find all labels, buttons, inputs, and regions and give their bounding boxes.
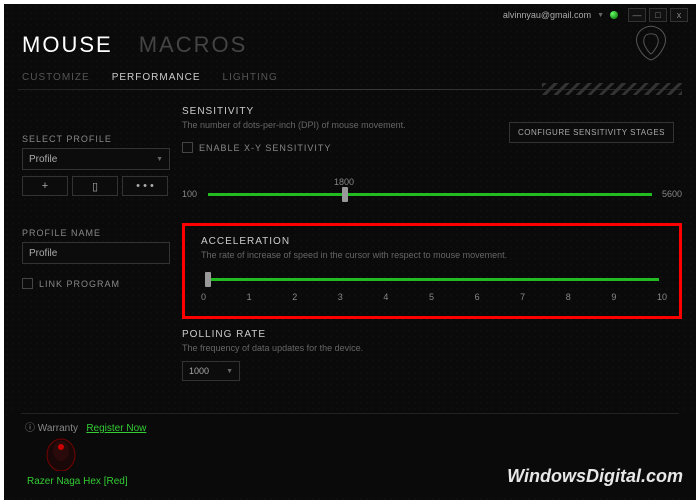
polling-value: 1000: [189, 366, 209, 376]
slider-handle[interactable]: [342, 187, 348, 202]
sensitivity-slider[interactable]: 100 1800 5600: [182, 179, 682, 209]
polling-title: POLLING RATE: [182, 329, 682, 340]
acceleration-section-highlight: ACCELERATION The rate of increase of spe…: [182, 223, 682, 319]
sensitivity-value: 1800: [334, 177, 354, 187]
slider-handle[interactable]: [205, 272, 211, 287]
slider-track: [208, 193, 652, 196]
subtab-performance[interactable]: PERFORMANCE: [112, 68, 221, 87]
status-indicator-icon: [610, 11, 618, 19]
add-profile-button[interactable]: +: [22, 176, 68, 196]
link-program-label: LINK PROGRAM: [39, 279, 120, 289]
subtab-lighting[interactable]: LIGHTING: [223, 68, 298, 87]
link-program-checkbox[interactable]: LINK PROGRAM: [22, 278, 168, 289]
main-tabs: MOUSE MACROS: [4, 24, 696, 58]
checkbox-icon: [182, 142, 193, 153]
more-profile-button[interactable]: • • •: [122, 176, 168, 196]
configure-sensitivity-button[interactable]: CONFIGURE SENSITIVITY STAGES: [509, 122, 674, 143]
sidebar: SELECT PROFILE Profile ▼ + ▯ • • • PROFI…: [22, 106, 182, 381]
select-profile-label: SELECT PROFILE: [22, 134, 168, 144]
info-icon: ⓘ: [25, 423, 35, 434]
subtab-customize[interactable]: CUSTOMIZE: [22, 68, 110, 87]
device-image[interactable]: [39, 433, 83, 471]
polling-desc: The frequency of data updates for the de…: [182, 343, 682, 353]
sensitivity-max: 5600: [662, 189, 682, 199]
register-now-link[interactable]: Register Now: [86, 423, 146, 434]
watermark: WindowsDigital.com: [507, 466, 683, 487]
razer-logo-icon: [626, 20, 676, 75]
profile-select-value: Profile: [29, 154, 57, 165]
enable-xy-checkbox[interactable]: ENABLE X-Y SENSITIVITY: [182, 142, 682, 153]
footer: ⓘ Warranty Register Now Razer Naga Hex […: [7, 413, 693, 497]
device-name[interactable]: Razer Naga Hex [Red]: [27, 476, 128, 487]
divider: [18, 89, 682, 90]
polling-rate-section: POLLING RATE The frequency of data updat…: [182, 329, 682, 381]
acceleration-ticks: 0 1 2 3 4 5 6 7 8 9 10: [201, 292, 667, 302]
acceleration-title: ACCELERATION: [201, 236, 667, 247]
tab-mouse[interactable]: MOUSE: [22, 32, 113, 58]
tab-macros[interactable]: MACROS: [139, 32, 248, 58]
settings-panel: SENSITIVITY The number of dots-per-inch …: [182, 106, 682, 381]
checkbox-icon: [22, 278, 33, 289]
user-email: alvinnyau@gmail.com: [503, 10, 591, 20]
chevron-down-icon: ▼: [226, 368, 233, 375]
delete-profile-button[interactable]: ▯: [72, 176, 118, 196]
trash-icon: ▯: [92, 180, 98, 193]
enable-xy-label: ENABLE X-Y SENSITIVITY: [199, 143, 331, 153]
sensitivity-title: SENSITIVITY: [182, 106, 682, 117]
app-window: alvinnyau@gmail.com ▼ — □ x MOUSE MACROS…: [4, 4, 696, 500]
polling-rate-select[interactable]: 1000 ▼: [182, 361, 240, 381]
warranty-row: ⓘ Warranty Register Now: [25, 419, 146, 434]
acceleration-desc: The rate of increase of speed in the cur…: [201, 250, 667, 260]
titlebar: alvinnyau@gmail.com ▼ — □ x: [4, 4, 696, 24]
profile-name-input[interactable]: [22, 242, 170, 264]
slider-track: [209, 278, 659, 281]
sensitivity-min: 100: [182, 189, 197, 199]
acceleration-slider[interactable]: 0 1 2 3 4 5 6 7 8 9 10: [201, 274, 667, 310]
chevron-down-icon: ▼: [156, 156, 163, 163]
dropdown-arrow-icon[interactable]: ▼: [597, 12, 604, 19]
profile-select[interactable]: Profile ▼: [22, 148, 170, 170]
profile-name-label: PROFILE NAME: [22, 228, 168, 238]
